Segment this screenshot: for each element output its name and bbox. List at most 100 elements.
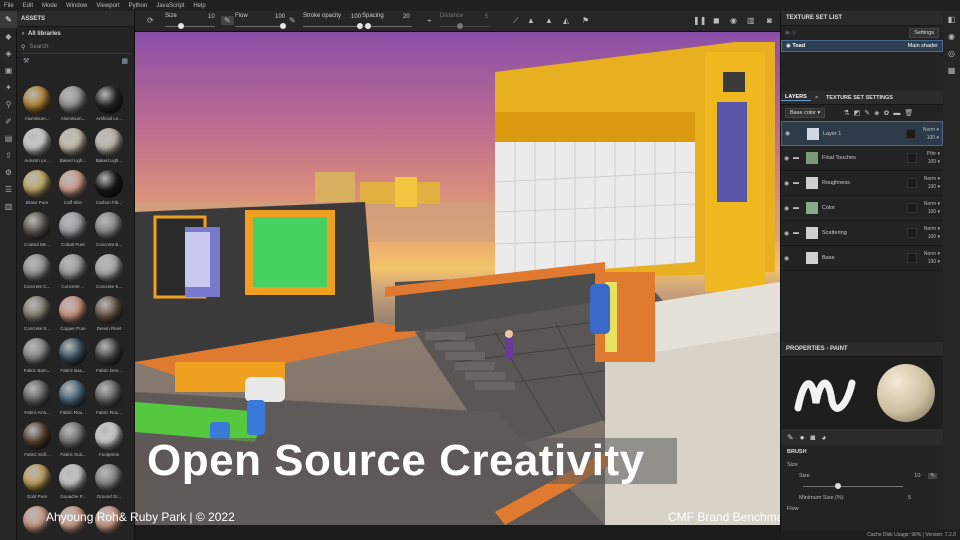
folder-icon[interactable]: ▬: [793, 180, 802, 186]
blend-mode[interactable]: Norm: [924, 176, 936, 182]
text-icon[interactable]: ▤: [0, 130, 17, 147]
visibility-eye-icon[interactable]: ◉: [784, 205, 793, 212]
size-row-value[interactable]: 10: [914, 473, 920, 479]
add-effect-icon[interactable]: ⚗: [843, 109, 849, 117]
symmetry-mirror-icon[interactable]: ⟋: [513, 16, 519, 26]
brush-size-slider[interactable]: [803, 483, 903, 489]
folder-icon[interactable]: ▬: [793, 155, 802, 161]
polygon-fill-icon[interactable]: ▣: [0, 62, 17, 79]
camera-align-icon[interactable]: ▲: [545, 16, 553, 25]
layer-opacity[interactable]: 100: [928, 259, 936, 265]
distance-value[interactable]: 5: [485, 14, 488, 20]
asset-tile[interactable]: Artificial Le...: [92, 84, 126, 125]
texture-set-icon[interactable]: ◧: [943, 11, 960, 28]
asset-tile[interactable]: Gouache P...: [56, 462, 90, 503]
add-paint-layer-icon[interactable]: ✎: [864, 109, 870, 117]
blend-mode[interactable]: Pthr: [927, 151, 936, 157]
symmetry-icon[interactable]: ⟳: [147, 16, 154, 25]
asset-tile[interactable]: Baked Ligh...: [56, 126, 90, 167]
asset-tile[interactable]: Copper Pure: [56, 294, 90, 335]
menu-item-python[interactable]: Python: [129, 3, 148, 9]
flow-value[interactable]: 100: [275, 14, 285, 20]
asset-tile[interactable]: Fabric Rou...: [92, 378, 126, 419]
blend-mode[interactable]: Norm: [923, 127, 935, 133]
display-icon[interactable]: ☰: [0, 181, 17, 198]
layer-blend-info[interactable]: Pthr ▾ 100 ▾: [927, 150, 940, 166]
layer-row[interactable]: ◉ ▬ Roughness Norm ▾ 100 ▾: [781, 171, 943, 196]
pressure-icon[interactable]: ✎: [289, 16, 296, 25]
settings-button[interactable]: Settings: [909, 28, 939, 38]
asset-tile[interactable]: Concrete ...: [56, 252, 90, 293]
add-mask-icon[interactable]: ◩: [854, 109, 861, 117]
render-icon[interactable]: ◼: [713, 16, 720, 25]
close-icon[interactable]: ×: [811, 95, 822, 101]
stroke-opacity-value[interactable]: 100: [351, 14, 361, 20]
add-fill-layer-icon[interactable]: ◈: [874, 109, 879, 117]
brush-tab-icon[interactable]: ✎: [787, 433, 794, 442]
layer-blend-info[interactable]: Norm ▾ 100 ▾: [923, 126, 939, 142]
brush-stroke-preview[interactable]: [790, 363, 860, 423]
layer-mask-slot[interactable]: [907, 228, 917, 238]
log-icon[interactable]: ▥: [0, 198, 17, 215]
asset-tile[interactable]: Calf Skin: [56, 168, 90, 209]
stroke-opacity-slider[interactable]: [303, 26, 363, 27]
layer-row[interactable]: ◉ ▬ Final Touches Pthr ▾ 100 ▾: [781, 146, 943, 171]
uv-icon[interactable]: ◭: [563, 16, 569, 25]
clone-icon[interactable]: ⚲: [0, 96, 17, 113]
asset-tile[interactable]: Concrete B...: [92, 210, 126, 251]
asset-tile[interactable]: Coated Me...: [20, 210, 54, 251]
alignment-icon[interactable]: ▲: [527, 16, 535, 25]
tab-layers[interactable]: LAYERS: [781, 94, 811, 101]
asset-search-field[interactable]: ⚲ Search: [21, 41, 130, 54]
menu-item-edit[interactable]: Edit: [23, 3, 33, 9]
mask-tab-icon[interactable]: ◙: [811, 433, 816, 442]
stencil-tab-icon[interactable]: ◕: [821, 433, 826, 442]
channel-dropdown[interactable]: Base color ▾: [785, 108, 826, 118]
layer-opacity[interactable]: 100: [927, 135, 935, 141]
menu-item-mode[interactable]: Mode: [42, 3, 57, 9]
asset-tile[interactable]: Fabric Rou...: [56, 378, 90, 419]
asset-tile[interactable]: Fabric Soft...: [20, 420, 54, 461]
paint-brush-icon[interactable]: ✎: [0, 11, 17, 28]
menu-item-javascript[interactable]: JavaScript: [156, 3, 184, 9]
filter-icon[interactable]: ⚒: [23, 57, 29, 65]
blend-mode[interactable]: Norm: [924, 251, 936, 257]
menu-item-window[interactable]: Window: [66, 3, 87, 9]
delete-layer-icon[interactable]: 🗑: [904, 109, 913, 117]
visibility-eye-icon[interactable]: ◉: [784, 255, 793, 262]
view-mode-icon[interactable]: ▥: [747, 16, 755, 25]
layer-opacity[interactable]: 100: [928, 159, 936, 165]
layer-mask-slot[interactable]: [907, 178, 917, 188]
grid-view-icon[interactable]: ▦: [121, 57, 128, 65]
settings-icon[interactable]: ⚙: [0, 164, 17, 181]
size-value[interactable]: 10: [208, 14, 215, 20]
layer-mask-slot[interactable]: [907, 153, 917, 163]
layer-mask-slot[interactable]: [907, 253, 917, 263]
material-tab-icon[interactable]: ●: [800, 433, 805, 442]
layer-mask-slot[interactable]: [906, 129, 916, 139]
bake-icon[interactable]: ⇪: [0, 147, 17, 164]
blend-mode[interactable]: Norm: [924, 226, 936, 232]
add-folder-icon[interactable]: ▬: [893, 110, 900, 117]
menu-item-file[interactable]: File: [4, 3, 14, 9]
menu-item-help[interactable]: Help: [193, 3, 205, 9]
material-sphere-preview[interactable]: [876, 364, 935, 422]
size-slider[interactable]: [165, 26, 215, 27]
layers-icon[interactable]: ◉: [943, 28, 960, 45]
asset-tile[interactable]: Footprints: [92, 420, 126, 461]
layer-blend-info[interactable]: Norm ▾ 100 ▾: [924, 175, 940, 191]
camera-icon[interactable]: ◉: [730, 16, 737, 25]
history-icon[interactable]: ▦: [943, 62, 960, 79]
flow-slider[interactable]: [235, 26, 285, 27]
asset-tile[interactable]: Fabric Bas...: [56, 336, 90, 377]
folder-icon[interactable]: ▬: [793, 205, 802, 211]
pause-icon[interactable]: ❚❚: [693, 16, 706, 25]
pen-pressure-icon[interactable]: ✎: [221, 16, 234, 25]
menu-item-viewport[interactable]: Viewport: [96, 3, 119, 9]
pressure-toggle-icon[interactable]: ✎: [928, 472, 937, 479]
visibility-eye-icon[interactable]: ◉: [784, 155, 793, 162]
material-picker-icon[interactable]: ✐: [0, 113, 17, 130]
distance-slider-knob[interactable]: [457, 23, 463, 29]
layer-opacity[interactable]: 100: [928, 234, 936, 240]
eraser-icon[interactable]: ◆: [0, 28, 17, 45]
